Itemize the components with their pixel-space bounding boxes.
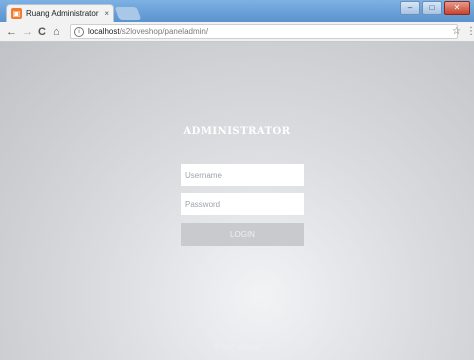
login-button[interactable]: LOGIN — [181, 223, 304, 246]
url-host: localhost — [88, 27, 120, 36]
tab-close-icon[interactable]: × — [104, 9, 109, 18]
browser-tab[interactable]: ▣ Ruang Administrator - S × — [6, 4, 114, 22]
username-input[interactable] — [181, 164, 304, 186]
favicon-icon: ▣ — [11, 8, 22, 19]
browser-titlebar: ▣ Ruang Administrator - S × – □ ✕ — [0, 0, 474, 22]
maximize-button[interactable]: □ — [422, 1, 442, 15]
bookmark-star-icon[interactable]: ☆ — [452, 26, 461, 37]
minimize-button[interactable]: – — [400, 1, 420, 15]
browser-toolbar: ← → C ⌂ i localhost/s2loveshop/paneladmi… — [0, 22, 474, 42]
reload-icon[interactable]: C — [38, 25, 46, 39]
page-title: ADMINISTRATOR — [183, 126, 291, 137]
new-tab-button[interactable] — [114, 7, 142, 20]
back-arrow-icon[interactable]: ← — [6, 25, 17, 39]
url-path: /s2loveshop/paneladmin/ — [119, 27, 209, 36]
forward-arrow-icon[interactable]: → — [22, 25, 33, 39]
footer-text: © 2017 ·Website — [214, 345, 260, 351]
password-input[interactable] — [181, 193, 304, 215]
tab-title: Ruang Administrator - S — [26, 9, 100, 18]
address-bar[interactable]: i localhost/s2loveshop/paneladmin/ — [70, 24, 458, 39]
info-icon[interactable]: i — [74, 26, 84, 37]
home-icon[interactable]: ⌂ — [53, 25, 60, 39]
close-window-button[interactable]: ✕ — [444, 1, 470, 15]
browser-menu-icon[interactable]: ⋮ — [466, 26, 474, 37]
login-page: ADMINISTRATOR LOGIN © 2017 ·Website — [0, 42, 474, 360]
window-controls: – □ ✕ — [400, 1, 470, 15]
